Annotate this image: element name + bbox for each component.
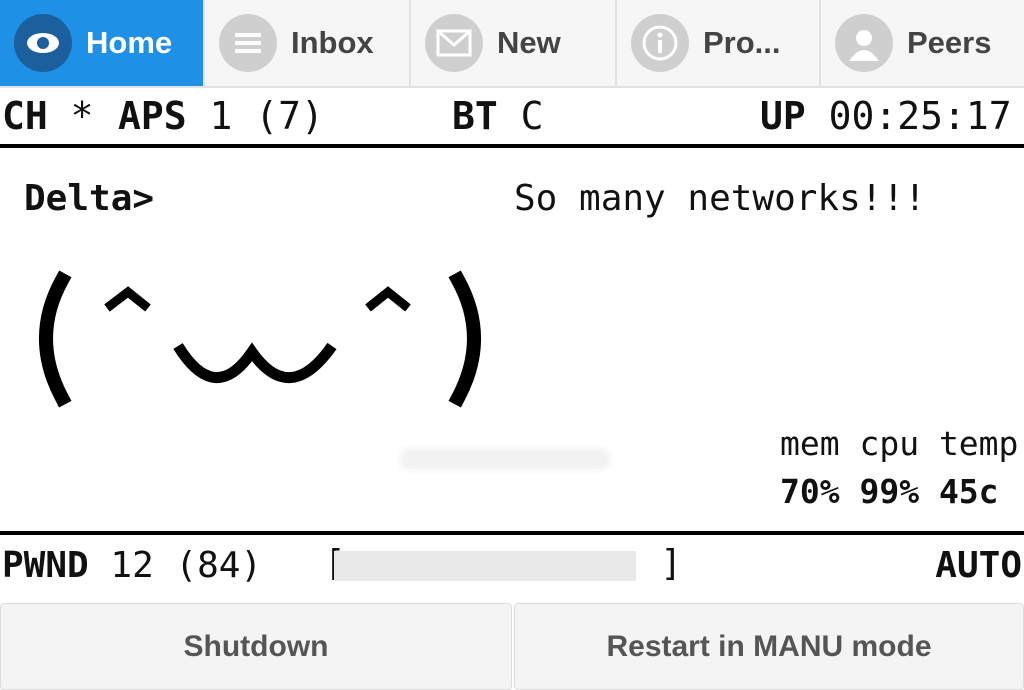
uptime-label: UP — [760, 94, 806, 138]
pwnd-label: PWND — [2, 545, 89, 586]
stats-values: 70% 99% 45c — [780, 472, 999, 511]
channel-value: * — [70, 94, 94, 138]
tab-profile-label: Pro... — [703, 25, 781, 60]
list-icon — [219, 14, 277, 72]
face-display: (^‿‿^) — [39, 270, 481, 408]
tab-peers-label: Peers — [907, 25, 992, 60]
person-icon — [835, 14, 893, 72]
envelope-icon — [425, 14, 483, 72]
tab-inbox[interactable]: Inbox — [205, 0, 411, 86]
uptime-status: UP 00:25:17 — [760, 94, 1012, 138]
tab-profile[interactable]: Pro... — [617, 0, 821, 86]
status-message: So many networks!!! — [514, 178, 926, 219]
status-bar-bottom: PWND 12 (84) [ ] AUTO — [0, 531, 1024, 597]
pwnd-progress-bar: [ ] — [324, 543, 682, 584]
screen-smudge — [400, 448, 610, 470]
bt-label: BT — [452, 94, 498, 138]
tab-new-label: New — [497, 25, 561, 60]
shutdown-button[interactable]: Shutdown — [0, 603, 512, 690]
uptime-value: 00:25:17 — [828, 94, 1012, 138]
progress-right-bracket: ] — [660, 543, 682, 584]
bt-status: BT C — [452, 94, 544, 138]
tab-peers[interactable]: Peers — [821, 0, 1024, 86]
tab-home-label: Home — [86, 25, 173, 60]
status-bar-top: CH * APS 1 (7) BT C UP 00:25:17 — [0, 88, 1024, 148]
pwnd-status: PWND 12 (84) — [2, 545, 262, 586]
info-icon — [631, 14, 689, 72]
progress-fill — [334, 551, 636, 581]
restart-manu-button[interactable]: Restart in MANU mode — [514, 603, 1024, 690]
channel-status: CH * — [2, 94, 94, 138]
aps-label: APS — [118, 94, 187, 138]
tab-home[interactable]: Home — [0, 0, 205, 86]
tab-inbox-label: Inbox — [291, 25, 374, 60]
main-display: Delta> So many networks!!! (^‿‿^) mem cp… — [0, 148, 1024, 531]
channel-label: CH — [2, 94, 48, 138]
stats-headers: mem cpu temp — [780, 424, 1019, 463]
tab-new[interactable]: New — [411, 0, 617, 86]
eye-icon — [14, 14, 72, 72]
bt-value: C — [520, 94, 544, 138]
aps-status: APS 1 (7) — [118, 94, 324, 138]
system-stats: mem cpu temp 70% 99% 45c — [780, 420, 1018, 516]
unit-name: Delta> — [24, 178, 155, 219]
pwnd-value: 12 (84) — [110, 545, 263, 586]
tab-bar: Home Inbox New Pro... Peers — [0, 0, 1024, 88]
aps-value: 1 (7) — [209, 94, 324, 138]
mode-indicator: AUTO — [935, 545, 1022, 586]
